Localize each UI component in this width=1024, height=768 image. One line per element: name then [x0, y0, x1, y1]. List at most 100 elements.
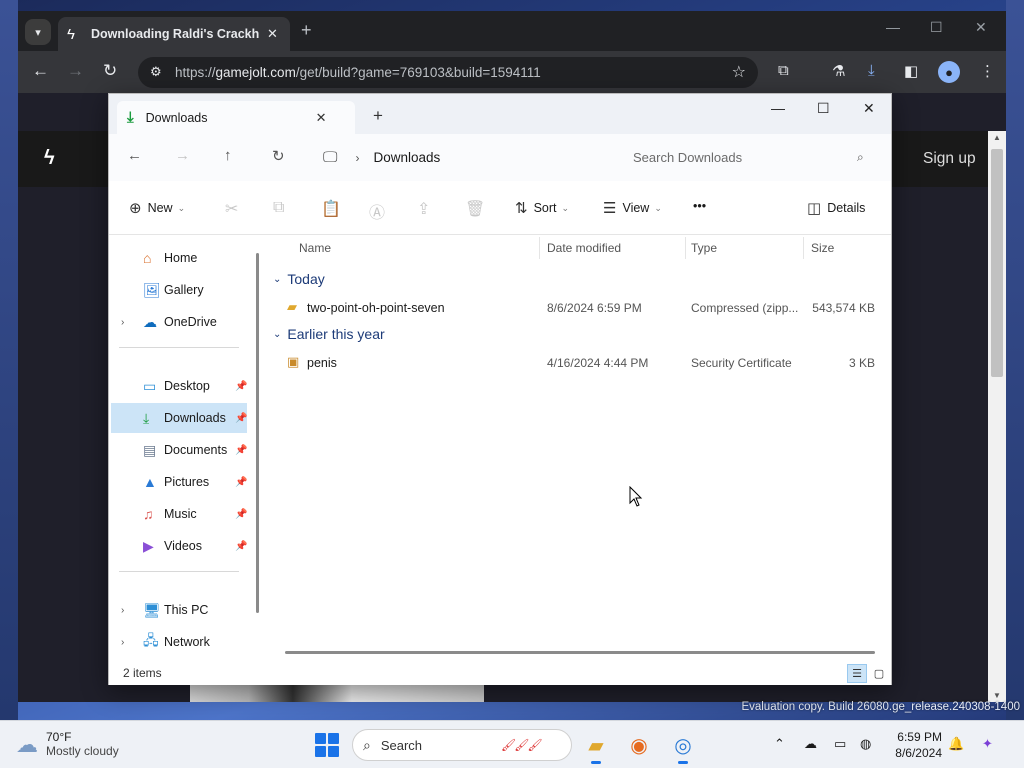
chevron-up-icon[interactable]: ⌃ — [774, 736, 785, 752]
chevron-right-icon[interactable]: › — [355, 151, 359, 165]
forward-icon[interactable]: → — [67, 61, 84, 81]
signup-link[interactable]: Sign up — [923, 150, 976, 168]
more-options-button[interactable]: ••• — [693, 199, 706, 213]
copy-icon[interactable]: ⧉ — [273, 199, 284, 217]
nav-item-desktop[interactable]: ▭ Desktop 📌 — [111, 371, 247, 401]
status-bar: 2 items ☰ ▢ — [109, 663, 891, 685]
close-window-icon[interactable]: ✕ — [975, 19, 987, 36]
address-bar[interactable]: ⚙ https://gamejolt.com/get/build?game=76… — [138, 57, 758, 88]
tab-search-button[interactable]: ▾ — [25, 19, 51, 45]
nav-divider — [119, 347, 239, 348]
nav-item-onedrive[interactable]: › ☁ OneDrive — [111, 307, 247, 337]
clock[interactable]: 6:59 PM 8/6/2024 — [880, 729, 942, 761]
back-icon[interactable]: ← — [127, 147, 142, 164]
chevron-right-icon[interactable]: › — [121, 317, 124, 328]
nav-item-home[interactable]: ⌂ Home — [111, 243, 247, 273]
nav-item-this-pc[interactable]: › 🖥 This PC — [111, 595, 247, 625]
search-icon: ⌕ — [363, 736, 371, 753]
refresh-icon[interactable]: ↻ — [272, 147, 285, 165]
maximize-icon[interactable]: ☐ — [817, 100, 830, 117]
nav-item-gallery[interactable]: 🖼 Gallery — [111, 275, 247, 305]
file-explorer-app-icon[interactable]: ▰ — [580, 729, 612, 764]
up-icon[interactable]: ↑ — [224, 147, 232, 164]
url-text[interactable]: https://gamejolt.com/get/build?game=7691… — [175, 65, 541, 80]
nav-item-music[interactable]: ♫ Music 📌 — [111, 499, 247, 529]
display-icon[interactable]: ▭ — [834, 736, 846, 752]
downloads-icon[interactable]: ⤓ — [868, 62, 875, 79]
nav-item-downloads[interactable]: ⤓ Downloads 📌 — [111, 403, 247, 433]
column-separator[interactable] — [539, 237, 540, 259]
view-button[interactable]: ☰ View ⌄ — [603, 199, 662, 217]
close-tab-icon[interactable]: ✕ — [316, 110, 327, 126]
details-button[interactable]: ◫ Details — [807, 199, 865, 217]
nav-item-documents[interactable]: ▤ Documents 📌 — [111, 435, 247, 465]
chevron-right-icon[interactable]: › — [121, 605, 124, 616]
page-scrollbar[interactable]: ▲ ▼ — [988, 131, 1006, 702]
explorer-tab[interactable]: ⤓ Downloads ✕ — [117, 101, 355, 134]
minimize-icon[interactable]: — — [771, 100, 785, 116]
site-info-icon[interactable]: ⚙ — [150, 64, 162, 80]
back-icon[interactable]: ← — [32, 61, 49, 81]
group-header-earlier[interactable]: ⌄ Earlier this year — [273, 326, 385, 342]
nav-item-network[interactable]: › 🖧 Network — [111, 627, 247, 657]
close-tab-icon[interactable]: ✕ — [267, 26, 278, 42]
reload-icon[interactable]: ↻ — [103, 61, 117, 81]
column-header-type[interactable]: Type — [691, 241, 717, 255]
scrollbar-thumb[interactable] — [991, 149, 1003, 377]
minimize-icon[interactable]: — — [886, 19, 900, 35]
nav-scrollbar[interactable] — [256, 253, 259, 613]
file-row[interactable]: ▣ penis 4/16/2024 4:44 PM Security Certi… — [267, 350, 887, 376]
extensions-icon[interactable]: ⧉ — [778, 62, 789, 79]
column-separator[interactable] — [803, 237, 804, 259]
scroll-down-icon[interactable]: ▼ — [993, 691, 1001, 700]
column-separator[interactable] — [685, 237, 686, 259]
column-header-date[interactable]: Date modified — [547, 241, 621, 255]
gamejolt-logo-icon[interactable]: ϟ — [44, 147, 55, 170]
chrome-menu-icon[interactable]: ⋮ — [980, 62, 995, 80]
delete-icon[interactable]: 🗑 — [465, 199, 485, 219]
chrome-tab[interactable]: ϟ Downloading Raldi's Crackhou ✕ — [58, 17, 290, 51]
weather-widget[interactable]: ☁ 70°F Mostly cloudy — [16, 730, 119, 758]
horizontal-scrollbar[interactable] — [285, 651, 875, 654]
paste-icon[interactable]: 📋 — [321, 199, 341, 219]
copilot-icon[interactable]: ✦ — [982, 736, 993, 752]
firefox-app-icon[interactable]: ◉ — [623, 729, 655, 761]
nav-item-pictures[interactable]: ▲ Pictures 📌 — [111, 467, 247, 497]
breadcrumb-location[interactable]: Downloads — [373, 150, 440, 165]
sort-button[interactable]: ⇅ Sort ⌄ — [515, 199, 569, 217]
profile-avatar[interactable]: ● — [938, 61, 960, 83]
new-button[interactable]: ⊕ New ⌄ — [129, 199, 185, 217]
column-header-size[interactable]: Size — [811, 241, 834, 255]
search-input[interactable]: Search Downloads ⌕ — [619, 142, 879, 173]
bookmark-star-icon[interactable]: ☆ — [732, 62, 746, 82]
onedrive-tray-icon[interactable]: ☁ — [804, 736, 817, 752]
details-view-icon[interactable]: ☰ — [847, 664, 867, 683]
start-button[interactable] — [315, 733, 339, 757]
cut-icon[interactable]: ✂ — [225, 199, 238, 219]
network-tray-icon[interactable]: ◍ — [860, 736, 871, 752]
side-panel-icon[interactable]: ◧ — [904, 62, 918, 80]
chevron-right-icon[interactable]: › — [121, 637, 124, 648]
maximize-icon[interactable]: ☐ — [930, 19, 943, 36]
chrome-app-icon[interactable]: ◎ — [667, 729, 699, 764]
group-header-today[interactable]: ⌄ Today — [273, 271, 325, 287]
close-window-icon[interactable]: ✕ — [863, 100, 875, 117]
pin-icon: 📌 — [235, 540, 248, 552]
file-row[interactable]: ▰ two-point-oh-point-seven 8/6/2024 6:59… — [267, 295, 887, 321]
search-icon[interactable]: ⌕ — [857, 150, 864, 165]
rename-icon[interactable]: Ⓐ — [369, 199, 385, 223]
share-icon[interactable]: ⇪ — [417, 199, 430, 219]
column-header-name[interactable]: Name — [299, 241, 331, 255]
nav-item-videos[interactable]: ▶ Videos 📌 — [111, 531, 247, 561]
scroll-up-icon[interactable]: ▲ — [993, 133, 1001, 142]
tiles-view-icon[interactable]: ▢ — [869, 664, 889, 683]
desktop-edge-right — [1006, 0, 1024, 720]
new-tab-button[interactable]: + — [373, 106, 383, 126]
taskbar-search[interactable]: ⌕ Search 🖌🖌🖌 — [352, 729, 572, 761]
forward-icon[interactable]: → — [175, 147, 190, 164]
breadcrumb[interactable]: 🖵 › Downloads — [309, 142, 609, 173]
labs-icon[interactable]: ⚗ — [832, 62, 845, 80]
notification-bell-icon[interactable]: 🔔 — [948, 736, 964, 752]
new-tab-button[interactable]: + — [301, 20, 312, 41]
computer-icon[interactable]: 🖵 — [323, 149, 337, 166]
